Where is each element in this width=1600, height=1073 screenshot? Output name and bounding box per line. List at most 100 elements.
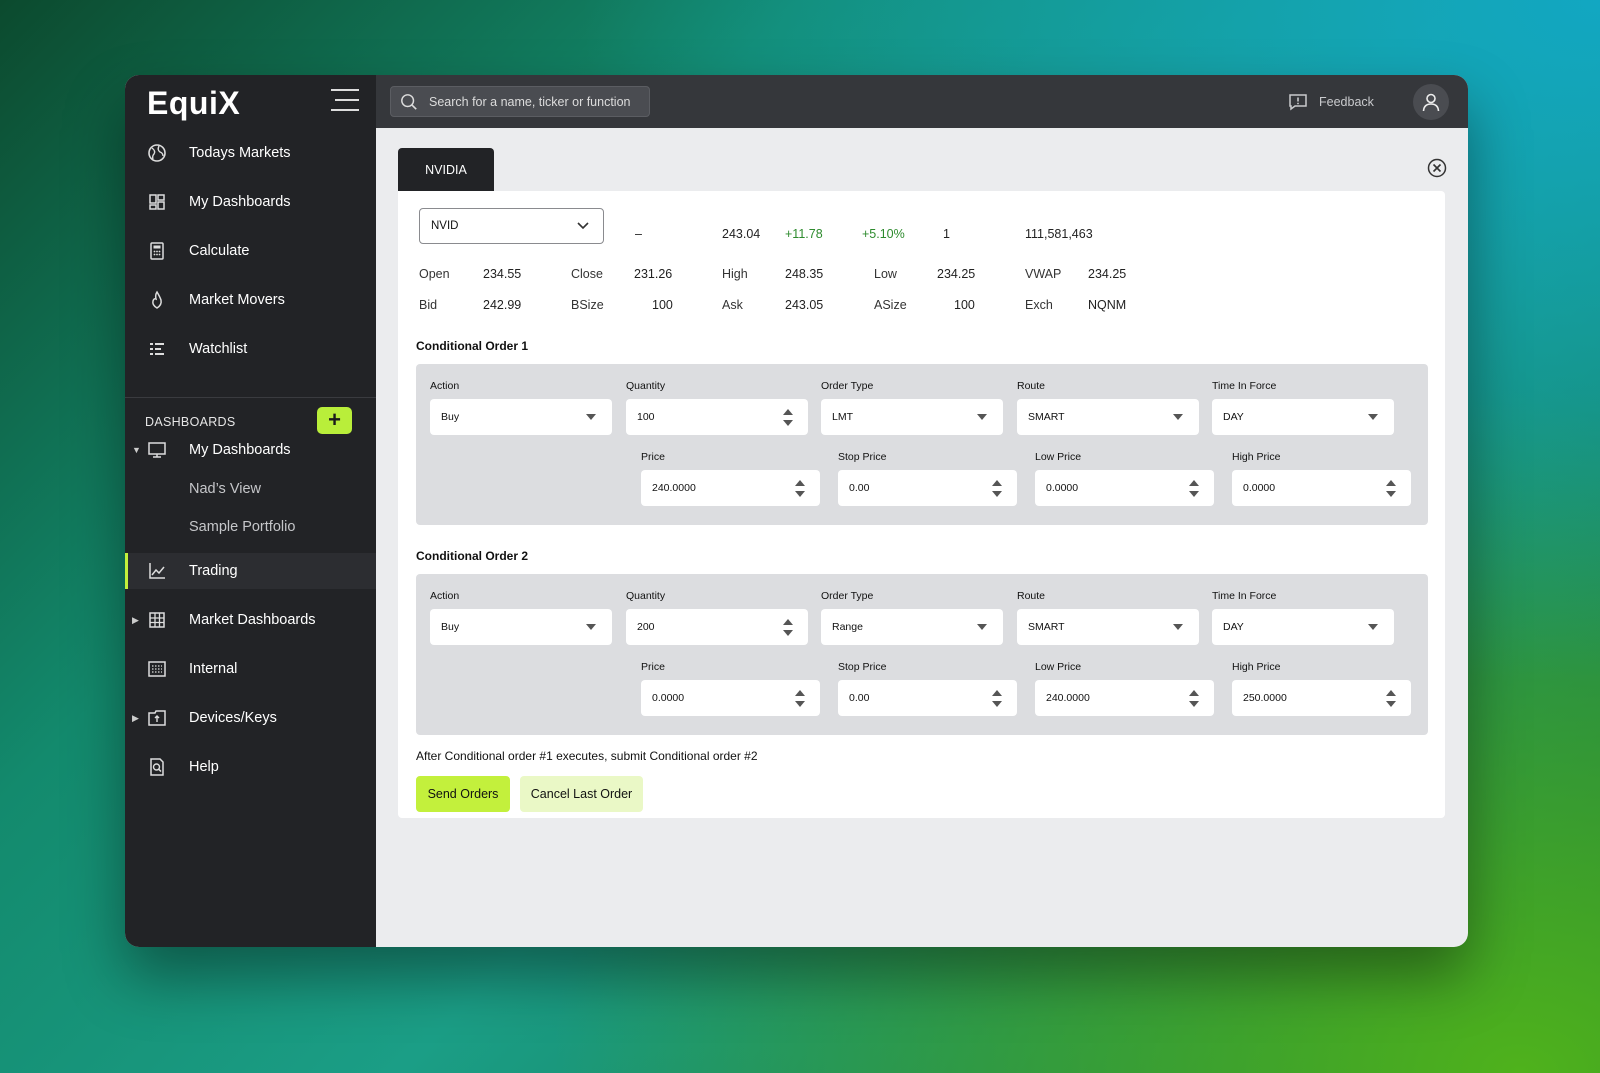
order-type-value: LMT [832, 411, 853, 423]
low-price-value: 240.0000 [1046, 692, 1090, 704]
caret-right-icon[interactable]: ▶ [132, 713, 139, 724]
bsize-value: 100 [652, 298, 673, 312]
order-1-box: Action Quantity Order Type Route Time In… [416, 364, 1428, 525]
spinner-arrows-icon[interactable] [1386, 480, 1396, 497]
low-value: 234.25 [937, 267, 976, 281]
search-box[interactable] [390, 86, 650, 117]
tif-value: DAY [1223, 411, 1244, 423]
line-chart-icon [149, 563, 165, 579]
price-stepper[interactable]: 240.0000 [641, 470, 820, 506]
hamburger-menu-icon[interactable] [331, 87, 361, 113]
spinner-arrows-icon[interactable] [992, 690, 1002, 707]
caret-down-icon[interactable]: ▼ [132, 445, 141, 455]
keyboard-icon [148, 661, 166, 677]
open-label: Open [419, 267, 450, 281]
quantity-label: Quantity [626, 380, 666, 392]
nav-watchlist[interactable]: Watchlist [125, 331, 376, 367]
order-type-label: Order Type [821, 590, 874, 602]
order-type-select[interactable]: LMT [821, 399, 1003, 435]
feedback-button[interactable]: Feedback [1288, 92, 1374, 112]
app-logo: EquiX [147, 85, 241, 121]
vwap-label: VWAP [1025, 267, 1062, 281]
high-price-stepper[interactable]: 0.0000 [1232, 470, 1411, 506]
quote-last: 243.04 [722, 227, 761, 241]
action-select[interactable]: Buy [430, 609, 612, 645]
route-value: SMART [1028, 621, 1065, 633]
device-key-icon [148, 710, 166, 726]
nav-label: Internal [189, 661, 238, 677]
send-orders-button[interactable]: Send Orders [416, 776, 510, 812]
quantity-stepper[interactable]: 200 [626, 609, 808, 645]
tab-nvidia[interactable]: NVIDIA [398, 148, 494, 191]
dashboard-sample-portfolio[interactable]: Sample Portfolio [189, 519, 295, 535]
nav-calculate[interactable]: Calculate [125, 233, 376, 269]
route-select[interactable]: SMART [1017, 609, 1199, 645]
cancel-last-order-button[interactable]: Cancel Last Order [520, 776, 643, 812]
stop-price-stepper[interactable]: 0.00 [838, 470, 1017, 506]
quantity-value: 100 [637, 411, 655, 423]
stop-price-label: Stop Price [838, 451, 887, 463]
dashboard-nads-view[interactable]: Nad’s View [189, 481, 261, 497]
sidebar: EquiX Todays Markets My Dashboards Calcu… [125, 75, 376, 947]
dropdown-arrow-icon [1368, 414, 1378, 420]
low-price-label: Low Price [1035, 661, 1082, 673]
nav-market-dashboards[interactable]: ▶ Market Dashboards [125, 602, 376, 638]
nav-label: Market Movers [189, 292, 285, 308]
nav-label: Trading [189, 563, 238, 579]
ask-value: 243.05 [785, 298, 824, 312]
condition-note: After Conditional order #1 executes, sub… [416, 749, 758, 763]
ask-label: Ask [722, 298, 743, 312]
order-2-title: Conditional Order 2 [416, 549, 529, 563]
flame-icon [152, 290, 162, 309]
nav-devices-keys[interactable]: ▶ Devices/Keys [125, 700, 376, 736]
tif-select[interactable]: DAY [1212, 609, 1394, 645]
low-price-stepper[interactable]: 0.0000 [1035, 470, 1214, 506]
vwap-value: 234.25 [1088, 267, 1127, 281]
caret-right-icon[interactable]: ▶ [132, 615, 139, 626]
price-stepper[interactable]: 0.0000 [641, 680, 820, 716]
open-value: 234.55 [483, 267, 522, 281]
nav-help[interactable]: Help [125, 749, 376, 785]
dropdown-arrow-icon [977, 624, 987, 630]
nav-my-dashboards[interactable]: My Dashboards [125, 184, 376, 220]
spinner-arrows-icon[interactable] [1189, 480, 1199, 497]
action-select[interactable]: Buy [430, 399, 612, 435]
exch-value: NQNM [1088, 298, 1127, 312]
low-label: Low [874, 267, 897, 281]
tif-select[interactable]: DAY [1212, 399, 1394, 435]
quantity-stepper[interactable]: 100 [626, 399, 808, 435]
nav-my-dashboards-group[interactable]: ▼ My Dashboards [125, 432, 376, 468]
spinner-arrows-icon[interactable] [1386, 690, 1396, 707]
tif-label: Time In Force [1212, 380, 1277, 392]
spinner-arrows-icon[interactable] [783, 409, 793, 426]
nav-trading[interactable]: Trading [125, 553, 376, 589]
dashboards-header: DASHBOARDS [145, 415, 236, 429]
nav-label: Devices/Keys [189, 710, 277, 726]
stop-price-stepper[interactable]: 0.00 [838, 680, 1017, 716]
bid-label: Bid [419, 298, 438, 312]
route-select[interactable]: SMART [1017, 399, 1199, 435]
low-price-stepper[interactable]: 240.0000 [1035, 680, 1214, 716]
high-price-stepper[interactable]: 250.0000 [1232, 680, 1411, 716]
search-input[interactable] [429, 87, 644, 116]
nav-todays-markets[interactable]: Todays Markets [125, 135, 376, 171]
nav-market-movers[interactable]: Market Movers [125, 282, 376, 318]
user-avatar[interactable] [1413, 84, 1449, 120]
order-type-select[interactable]: Range [821, 609, 1003, 645]
route-value: SMART [1028, 411, 1065, 423]
calculator-icon [150, 242, 164, 260]
route-label: Route [1017, 590, 1046, 602]
stop-price-value: 0.00 [849, 692, 870, 704]
nav-label: Help [189, 759, 219, 775]
spinner-arrows-icon[interactable] [783, 619, 793, 636]
spinner-arrows-icon[interactable] [795, 690, 805, 707]
spinner-arrows-icon[interactable] [1189, 690, 1199, 707]
nav-internal[interactable]: Internal [125, 651, 376, 687]
bsize-label: BSize [571, 298, 604, 312]
spinner-arrows-icon[interactable] [795, 480, 805, 497]
close-icon[interactable] [1427, 158, 1447, 178]
symbol-select[interactable]: NVID [419, 208, 604, 244]
add-dashboard-button[interactable]: + [317, 407, 352, 434]
close-label: Close [571, 267, 603, 281]
spinner-arrows-icon[interactable] [992, 480, 1002, 497]
